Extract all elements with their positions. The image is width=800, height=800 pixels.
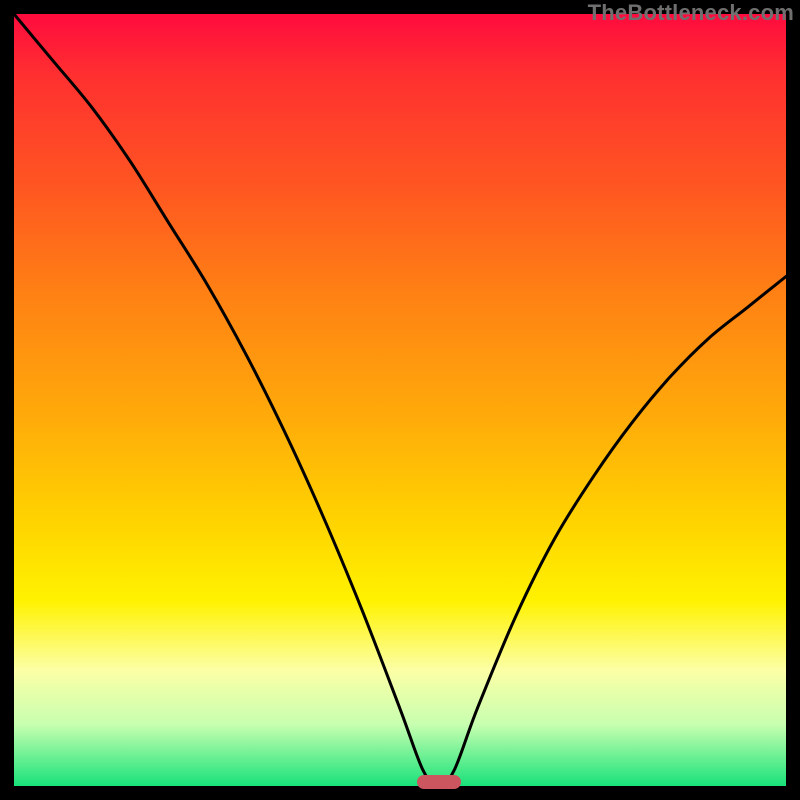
optimum-marker (417, 775, 461, 789)
bottleneck-curve (14, 14, 786, 786)
chart-plot-area (14, 14, 786, 786)
chart-frame: TheBottleneck.com (0, 0, 800, 800)
watermark-label: TheBottleneck.com (588, 0, 794, 26)
